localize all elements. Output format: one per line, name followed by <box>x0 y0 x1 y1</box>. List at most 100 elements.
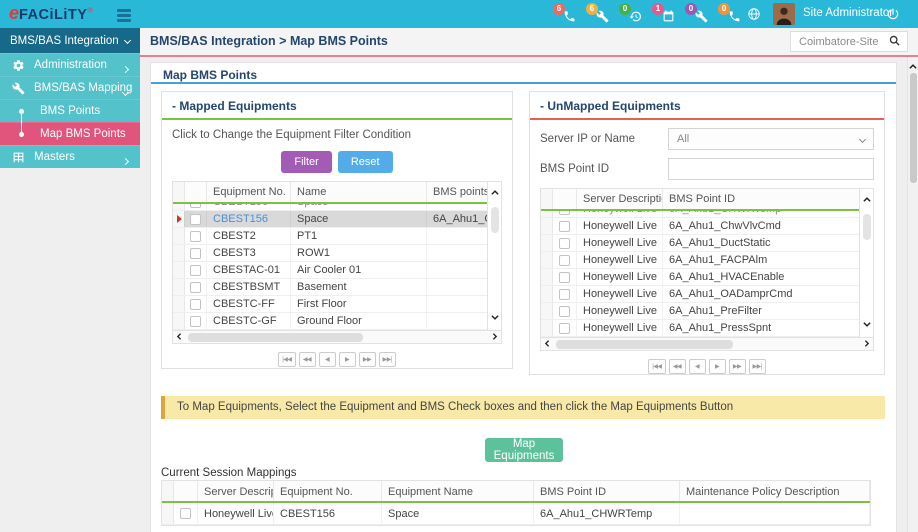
table-row[interactable]: Honeywell Live6A_Ahu1_CHWRTemp <box>541 211 859 218</box>
session-mappings-table: Server DescriptionEquipment No.Equipment… <box>161 480 871 526</box>
table-row[interactable]: Honeywell Live6A_Ahu1_PressSpnt <box>541 320 859 337</box>
calendar-icon[interactable]: 1 <box>654 3 675 25</box>
globe-icon[interactable] <box>747 7 761 21</box>
filter-button[interactable]: Filter <box>281 151 331 173</box>
table-row[interactable]: CBEST2PT1 <box>173 228 487 245</box>
site-search-box[interactable] <box>790 31 908 52</box>
sidebar-module-header[interactable]: BMS/BAS Integration <box>0 28 140 53</box>
scrollbar-thumb[interactable] <box>491 207 499 233</box>
table-row[interactable]: CBEST3ROW1 <box>173 245 487 262</box>
search-input[interactable] <box>791 36 888 48</box>
scroll-left-icon[interactable] <box>541 335 554 353</box>
row-checkbox[interactable] <box>190 214 201 225</box>
next-page-button[interactable]: ▶ <box>339 352 356 367</box>
enquiry-icon[interactable]: 0 <box>720 3 741 25</box>
row-marker-header <box>162 481 174 501</box>
work-order-icon[interactable]: 6 <box>588 3 609 25</box>
fast-next-button[interactable]: ▶▶ <box>729 359 746 374</box>
search-icon[interactable] <box>888 34 903 49</box>
row-checkbox[interactable] <box>190 316 201 327</box>
row-checkbox[interactable] <box>559 289 570 300</box>
row-checkbox[interactable] <box>559 306 570 317</box>
row-checkbox[interactable] <box>190 282 201 293</box>
row-checkbox[interactable] <box>190 299 201 310</box>
scrollbar-thumb[interactable] <box>188 333 363 342</box>
call-log-icon[interactable]: 6 <box>555 3 576 25</box>
filter-condition-link[interactable]: Click to Change the Equipment Filter Con… <box>162 120 512 141</box>
logo-letter-e: e <box>9 3 19 23</box>
table-row[interactable]: CBEST156Space6A_Ahu1_CHWRTemp <box>173 211 487 228</box>
prev-page-button[interactable]: ◀ <box>689 359 706 374</box>
avatar[interactable] <box>773 3 795 25</box>
sidebar-item-administration[interactable]: Administration <box>0 53 140 76</box>
vertical-scrollbar[interactable] <box>487 182 501 330</box>
table-row[interactable]: Honeywell Live6A_Ahu1_FACPAlm <box>541 252 859 269</box>
scrollbar-thumb[interactable] <box>863 214 871 240</box>
scroll-up-icon[interactable] <box>908 59 918 69</box>
page-scrollbar[interactable] <box>907 57 918 532</box>
row-checkbox[interactable] <box>559 255 570 266</box>
last-page-button[interactable]: ▶▶| <box>379 352 396 367</box>
scrollbar-thumb[interactable] <box>556 340 733 349</box>
table-row[interactable]: CBEST156Space <box>173 204 487 211</box>
row-marker-cell <box>541 211 553 217</box>
scrollbar-track[interactable] <box>554 340 860 349</box>
table-row[interactable]: Honeywell Live6A_Ahu1_DuctStatic <box>541 235 859 252</box>
table-row[interactable]: CBESTC-FFFirst Floor <box>173 296 487 313</box>
scroll-down-icon[interactable] <box>490 309 500 327</box>
row-checkbox[interactable] <box>559 323 570 334</box>
bms-point-id-input[interactable] <box>668 158 874 180</box>
row-checkbox[interactable] <box>559 238 570 249</box>
history-icon[interactable]: 0 <box>621 3 642 25</box>
last-page-button[interactable]: ▶▶| <box>749 359 766 374</box>
table-row[interactable]: Honeywell Live6A_Ahu1_PreFilter <box>541 303 859 320</box>
horizontal-scrollbar[interactable] <box>173 330 501 343</box>
row-checkbox[interactable] <box>190 265 201 276</box>
equipment-link[interactable]: CBEST156 <box>207 211 291 227</box>
menu-toggle-icon[interactable] <box>117 9 131 22</box>
row-checkbox[interactable] <box>559 211 570 215</box>
fast-prev-button[interactable]: ◀◀ <box>669 359 686 374</box>
server-select[interactable]: All <box>668 128 874 150</box>
horizontal-scrollbar[interactable] <box>541 337 873 350</box>
scroll-left-icon[interactable] <box>173 328 186 346</box>
reset-button[interactable]: Reset <box>338 151 393 173</box>
sidebar-item-bms-bas-mapping[interactable]: BMS/BAS Mapping <box>0 76 140 99</box>
mapped-equipments-panel: - Mapped Equipments Click to Change the … <box>161 91 513 369</box>
scrollbar-thumb[interactable] <box>910 73 917 183</box>
vertical-scrollbar[interactable] <box>859 189 873 337</box>
table-row[interactable]: CBESTC-GFGround Floor <box>173 313 487 330</box>
first-page-button[interactable]: |◀◀ <box>648 359 665 374</box>
scroll-right-icon[interactable] <box>860 335 873 353</box>
scroll-down-icon[interactable] <box>862 316 872 334</box>
row-checkbox[interactable] <box>190 248 201 259</box>
sidebar-tree-line <box>21 110 22 134</box>
first-page-button[interactable]: |◀◀ <box>278 352 295 367</box>
row-checkbox[interactable] <box>190 231 201 242</box>
logout-icon[interactable] <box>886 7 900 21</box>
row-checkbox[interactable] <box>180 508 191 519</box>
prev-page-button[interactable]: ◀ <box>319 352 336 367</box>
column-header: Equipment Name <box>382 481 534 501</box>
scroll-up-icon[interactable] <box>862 192 872 210</box>
scroll-up-icon[interactable] <box>490 185 500 203</box>
table-row[interactable]: Honeywell Live6A_Ahu1_OADamprCmd <box>541 286 859 303</box>
scrollbar-track[interactable] <box>186 333 488 342</box>
row-checkbox[interactable] <box>559 221 570 232</box>
fast-next-button[interactable]: ▶▶ <box>359 352 376 367</box>
row-checkbox[interactable] <box>190 204 201 208</box>
table-row[interactable]: CBESTBSMTBasement <box>173 279 487 296</box>
table-row[interactable]: Honeywell Live6A_Ahu1_HVACEnable <box>541 269 859 286</box>
app-logo[interactable]: eFACiLiTY® <box>9 3 93 24</box>
row-checkbox[interactable] <box>559 272 570 283</box>
map-equipments-button[interactable]: Map Equipments <box>485 438 563 462</box>
next-page-button[interactable]: ▶ <box>709 359 726 374</box>
sidebar-item-masters[interactable]: Masters <box>0 145 140 168</box>
table-row[interactable]: Honeywell Live6A_Ahu1_ChwVlvCmd <box>541 218 859 235</box>
fast-prev-button[interactable]: ◀◀ <box>299 352 316 367</box>
table-row[interactable]: Honeywell LiveCBEST156Space6A_Ahu1_CHWRT… <box>162 503 870 525</box>
maintenance-icon[interactable]: 0 <box>687 3 708 25</box>
scroll-right-icon[interactable] <box>488 328 501 346</box>
table-row[interactable]: CBESTAC-01Air Cooler 01 <box>173 262 487 279</box>
server-filter-row: Server IP or Name All <box>540 128 874 150</box>
